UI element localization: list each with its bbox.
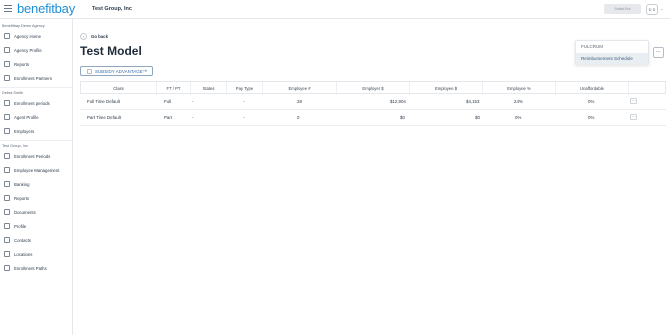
sidebar-item-label: Agency Profile xyxy=(14,47,42,53)
sidebar-item-label: Employee Management xyxy=(14,167,60,173)
cell-employee-count: 0 xyxy=(297,115,300,120)
sidebar-item-profile[interactable]: Profile xyxy=(0,221,72,231)
sidebar-item-documents[interactable]: Documents xyxy=(0,207,72,217)
sidebar-item-agency-home[interactable]: Agency Home xyxy=(0,31,72,41)
sidebar-section-agency: Benefitbay Demo Agency xyxy=(2,24,45,28)
cell-class[interactable]: Full Time Default xyxy=(87,94,120,110)
calendar-icon xyxy=(4,153,10,159)
location-icon xyxy=(4,251,10,257)
cell-employee-count: 28 xyxy=(297,99,302,104)
cell-paytype: - xyxy=(243,115,245,120)
sidebar-item-enrollment-paths[interactable]: Enrollment Paths xyxy=(0,263,72,273)
sidebar-item-label: Locations xyxy=(14,251,33,257)
sidebar-item-contacts[interactable]: Contacts xyxy=(0,235,72,245)
chevron-left-icon[interactable]: ‹ xyxy=(80,33,87,40)
row-menu-button[interactable]: ⋯ xyxy=(630,98,637,104)
sidebar-item-label: Enrollment Periods xyxy=(14,153,51,159)
chevron-down-icon[interactable]: ⌄ xyxy=(660,6,663,11)
sidebar-item-label: Enrollment Partners xyxy=(14,75,52,81)
checkbox[interactable] xyxy=(87,68,92,74)
sidebar-item-agency-profile[interactable]: Agency Profile xyxy=(0,45,72,55)
cell-unaffordable: 0% xyxy=(588,115,595,120)
cell-states: - xyxy=(192,99,194,104)
reports-icon xyxy=(4,61,10,67)
sidebar-item-banking[interactable]: Banking xyxy=(0,179,72,189)
page-title: Test Model xyxy=(80,44,142,58)
sidebar-item-label: Reports xyxy=(14,61,30,67)
sidebar-item-enrollment-periods-employer[interactable]: Enrollment Periods xyxy=(0,151,72,161)
sidebar-item-label: Agent Profile xyxy=(14,114,39,120)
agent-icon xyxy=(4,114,10,120)
sidebar-item-label: Contacts xyxy=(14,237,31,243)
sidebar: Benefitbay Demo Agency Agency Home Agenc… xyxy=(0,19,73,335)
bank-icon xyxy=(4,181,10,187)
sidebar-item-reports-employer[interactable]: Reports xyxy=(0,193,72,203)
table-row[interactable]: Part Time Default Part - - 0 $0 $0 0% 0%… xyxy=(80,110,666,126)
actions-dropdown: FULCRUM Reimbursement Schedule xyxy=(575,40,649,65)
sidebar-item-locations[interactable]: Locations xyxy=(0,249,72,259)
profile-icon xyxy=(4,47,10,53)
sidebar-section-employer: Test Group, Inc xyxy=(2,144,28,148)
company-name: Test Group, Inc xyxy=(92,6,132,12)
dropdown-item-fulcrum[interactable]: FULCRUM xyxy=(576,41,648,53)
top-header: benefitbay Test Group, Inc Select Ent D … xyxy=(0,0,670,19)
sidebar-item-enrollment-partners[interactable]: Enrollment Partners xyxy=(0,73,72,83)
cell-employer-dollars: $12,904 xyxy=(390,99,406,104)
sidebar-section-agent: Debra Smith xyxy=(2,91,24,95)
sidebar-item-label: Enrollment periods xyxy=(14,100,50,106)
sidebar-item-label: Documents xyxy=(14,209,36,215)
sidebar-item-agent-profile[interactable]: Agent Profile xyxy=(0,112,72,122)
sidebar-item-label: Enrollment Paths xyxy=(14,265,47,271)
sidebar-item-employee-management[interactable]: Employee Management xyxy=(0,165,72,175)
sidebar-item-label: Profile xyxy=(14,223,27,229)
profile-icon xyxy=(4,223,10,229)
document-icon xyxy=(4,209,10,215)
paths-icon xyxy=(4,265,10,271)
cell-states: - xyxy=(192,115,194,120)
sidebar-item-employers[interactable]: Employers xyxy=(0,126,72,136)
cell-class[interactable]: Part Time Default xyxy=(87,110,121,126)
cell-employee-dollars: $4,153 xyxy=(466,99,480,104)
divider xyxy=(0,140,72,141)
cell-unaffordable: 0% xyxy=(588,99,595,104)
table-row[interactable]: Full Time Default Full - - 28 $12,904 $4… xyxy=(80,94,666,110)
table-header: Class FT / PT States Pay Type Employee #… xyxy=(80,81,666,95)
cell-employee-percent: 0% xyxy=(515,115,522,120)
people-icon xyxy=(4,167,10,173)
brand-logo[interactable]: benefitbay xyxy=(17,1,75,16)
more-options-button[interactable]: ⋯ xyxy=(653,47,664,58)
row-menu-button[interactable]: ⋯ xyxy=(630,114,637,120)
sidebar-item-label: Reports xyxy=(14,195,30,201)
contacts-icon xyxy=(4,237,10,243)
sidebar-item-enrollment-periods[interactable]: Enrollment periods xyxy=(0,98,72,108)
class-table: Class FT / PT States Pay Type Employee #… xyxy=(80,81,666,126)
subsidy-advantage-toggle[interactable]: SUBSIDY ADVANTAGE™ xyxy=(80,66,153,76)
sidebar-item-label: Banking xyxy=(14,181,30,187)
partners-icon xyxy=(4,75,10,81)
cell-employee-percent: 24% xyxy=(514,99,523,104)
sidebar-item-reports[interactable]: Reports xyxy=(0,59,72,69)
divider xyxy=(0,87,72,88)
cell-employer-dollars: $0 xyxy=(400,115,405,120)
sidebar-item-label: Agency Home xyxy=(14,33,41,39)
dropdown-item-reimbursement-schedule[interactable]: Reimbursement Schedule xyxy=(576,53,648,65)
avatar[interactable]: D S xyxy=(646,4,658,15)
cell-ftpt: Part xyxy=(164,115,173,120)
subsidy-label: SUBSIDY ADVANTAGE™ xyxy=(95,68,148,74)
go-back-link[interactable]: Go back xyxy=(91,34,108,39)
cell-ftpt: Full xyxy=(164,99,172,104)
sidebar-item-label: Employers xyxy=(14,128,35,134)
calendar-icon xyxy=(4,100,10,106)
menu-icon[interactable] xyxy=(4,5,12,13)
select-entity-button[interactable]: Select Ent xyxy=(604,4,641,14)
cell-employee-dollars: $0 xyxy=(475,115,480,120)
employers-icon xyxy=(4,128,10,134)
home-icon xyxy=(4,33,10,39)
cell-paytype: - xyxy=(243,99,245,104)
reports-icon xyxy=(4,195,10,201)
